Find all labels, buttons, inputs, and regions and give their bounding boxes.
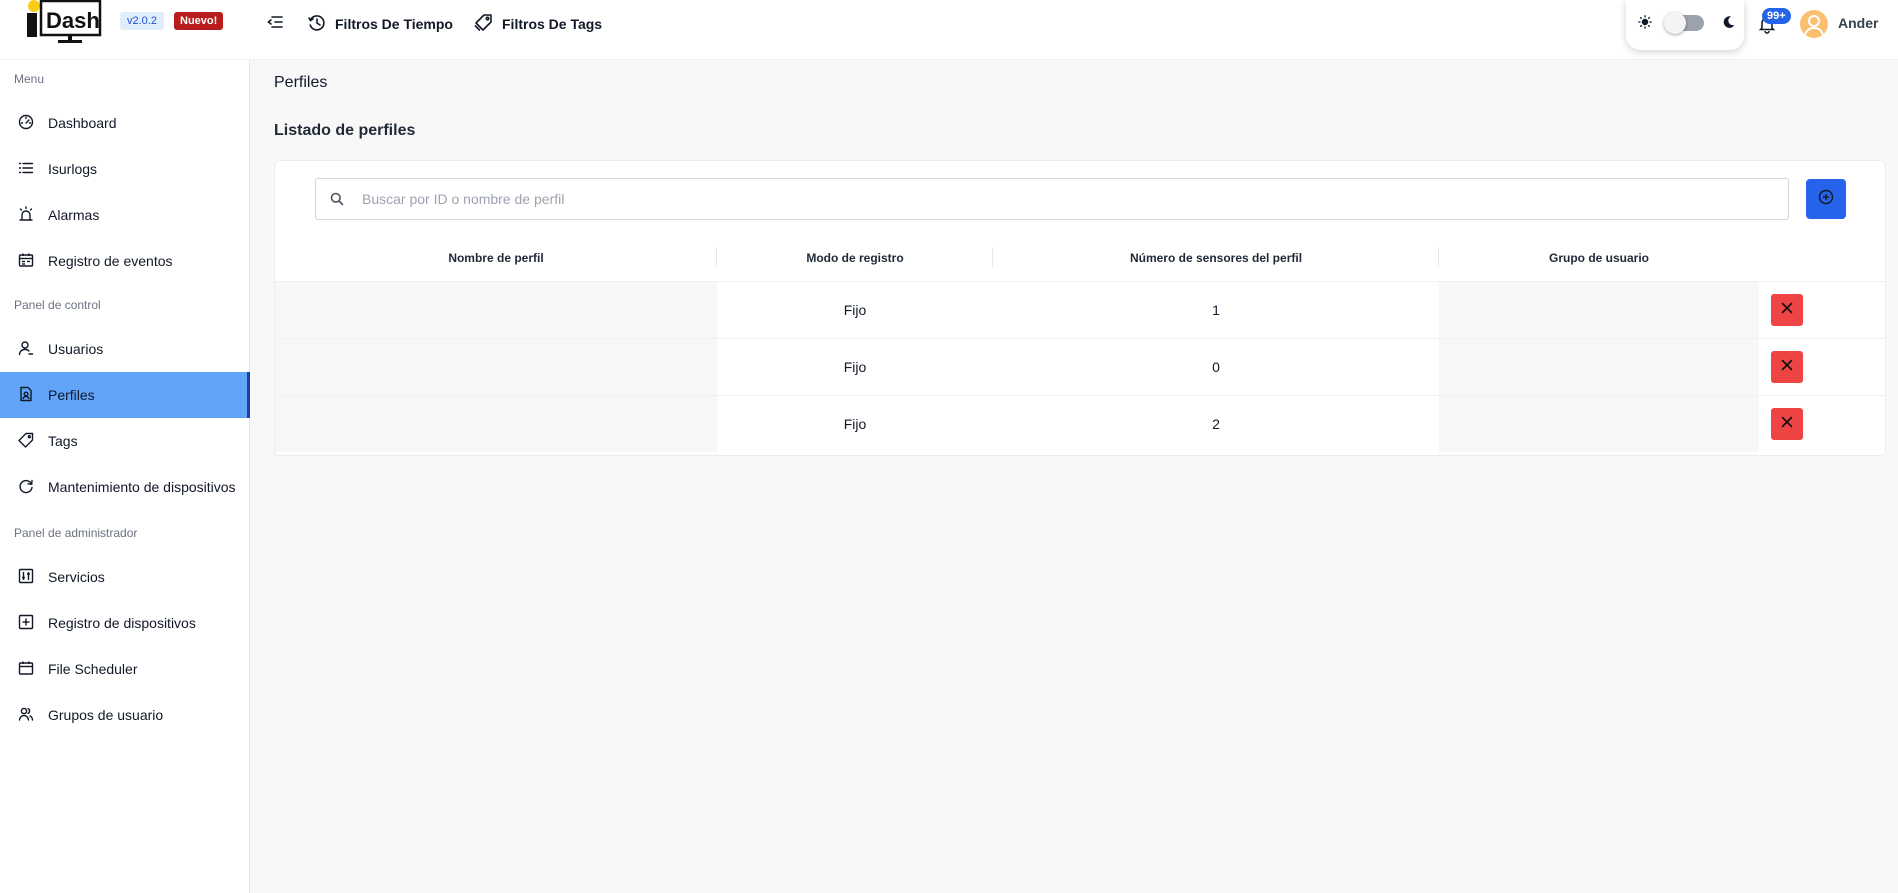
sidebar-item-label: Isurlogs [48, 161, 98, 177]
cell-grupo [1439, 282, 1759, 338]
tag-icon [474, 13, 494, 36]
cell-sensores: 1 [1212, 302, 1220, 318]
top-header: Dash v2.0.2 Nuevo! Filtros De Tiempo Fil… [0, 0, 1898, 60]
calendar-events-icon [18, 252, 34, 271]
alarm-siren-icon [18, 205, 34, 225]
app-logo[interactable]: Dash [26, 0, 104, 44]
calendar-icon [18, 660, 34, 679]
sidebar: Menu Dashboard Isurlogs Alarmas Registro… [0, 60, 250, 893]
add-circle-icon [1818, 189, 1834, 210]
sidebar-item-tags[interactable]: Tags [0, 418, 250, 464]
time-filters-button[interactable]: Filtros De Tiempo [307, 13, 453, 35]
close-icon [1781, 358, 1793, 376]
sidebar-item-label: Mantenimiento de dispositivos [48, 479, 236, 495]
sun-icon [1638, 15, 1652, 34]
column-header-grupo[interactable]: Grupo de usuario [1439, 235, 1759, 281]
history-icon [307, 13, 327, 36]
tag-icon [18, 432, 34, 451]
column-header-sensores[interactable]: Número de sensores del perfil [993, 235, 1439, 281]
user-group-icon [18, 706, 34, 725]
refresh-icon [18, 478, 34, 497]
logo-text: Dash [46, 8, 100, 33]
sidebar-item-grupos-usuario[interactable]: Grupos de usuario [0, 692, 250, 738]
notification-count-badge: 99+ [1762, 8, 1791, 24]
theme-toggle-knob [1664, 12, 1686, 34]
user-name[interactable]: Ander [1838, 15, 1878, 31]
tag-filters-label: Filtros De Tags [502, 16, 603, 32]
list-icon [18, 160, 34, 179]
sidebar-item-label: File Scheduler [48, 661, 138, 677]
version-badge: v2.0.2 [120, 12, 164, 30]
cell-modo: Fijo [843, 416, 867, 432]
search-input[interactable] [362, 179, 1762, 219]
sidebar-item-dashboard[interactable]: Dashboard [0, 100, 250, 146]
new-badge[interactable]: Nuevo! [174, 12, 224, 30]
sidebar-item-registro-eventos[interactable]: Registro de eventos [0, 238, 250, 284]
sidebar-item-label: Dashboard [48, 115, 117, 131]
search-icon [330, 192, 344, 211]
sidebar-item-alarmas[interactable]: Alarmas [0, 192, 250, 238]
table-row[interactable]: Fijo 1 [275, 281, 1885, 338]
column-header-modo[interactable]: Modo de registro [717, 235, 993, 281]
sidebar-item-registro-dispositivos[interactable]: Registro de dispositivos [0, 600, 250, 646]
cell-sensores: 2 [1212, 416, 1220, 432]
cell-modo: Fijo [843, 302, 867, 318]
menu-toggle-icon[interactable] [266, 13, 286, 33]
sidebar-item-label: Registro de eventos [48, 253, 173, 269]
sidebar-item-label: Registro de dispositivos [48, 615, 196, 631]
profile-document-icon [18, 386, 34, 405]
table-row[interactable]: Fijo 2 [275, 395, 1885, 452]
time-filters-label: Filtros De Tiempo [335, 16, 453, 32]
sidebar-item-usuarios[interactable]: Usuarios [0, 326, 250, 372]
sidebar-item-label: Servicios [48, 569, 105, 585]
cell-grupo [1439, 396, 1759, 452]
moon-icon [1722, 15, 1736, 34]
theme-switcher [1626, 0, 1744, 50]
plus-square-icon [18, 614, 34, 633]
profiles-card: Nombre de perfil Modo de registro Número… [274, 160, 1886, 456]
section-subtitle: Listado de perfiles [274, 122, 416, 139]
search-box [315, 178, 1789, 220]
sidebar-item-label: Usuarios [48, 341, 104, 357]
sidebar-item-perfiles[interactable]: Perfiles [0, 372, 250, 418]
sidebar-item-label: Tags [48, 433, 78, 449]
theme-toggle[interactable] [1664, 12, 1704, 34]
sidebar-item-mantenimiento[interactable]: Mantenimiento de dispositivos [0, 464, 250, 510]
sidebar-item-isurlogs[interactable]: Isurlogs [0, 146, 250, 192]
user-icon [18, 340, 34, 359]
dashboard-gauge-icon [18, 114, 34, 133]
delete-button[interactable] [1771, 294, 1803, 326]
sidebar-item-label: Grupos de usuario [48, 707, 164, 723]
page-title: Perfiles [274, 74, 328, 91]
cell-nombre [275, 339, 717, 395]
table-row[interactable]: Fijo 0 [275, 338, 1885, 395]
close-icon [1781, 415, 1793, 433]
cell-nombre [275, 396, 717, 452]
cell-nombre [275, 282, 717, 338]
avatar[interactable] [1800, 10, 1828, 38]
sidebar-item-servicios[interactable]: Servicios [0, 554, 250, 600]
cell-sensores: 0 [1212, 359, 1220, 375]
delete-button[interactable] [1771, 351, 1803, 383]
sidebar-item-file-scheduler[interactable]: File Scheduler [0, 646, 250, 692]
delete-button[interactable] [1771, 408, 1803, 440]
column-header-nombre[interactable]: Nombre de perfil [275, 235, 717, 281]
sidebar-item-label: Alarmas [48, 207, 100, 223]
add-profile-button[interactable] [1806, 179, 1846, 219]
tag-filters-button[interactable]: Filtros De Tags [474, 13, 602, 35]
sidebar-section-control: Panel de control [14, 298, 101, 312]
cell-grupo [1439, 339, 1759, 395]
sliders-icon [18, 568, 34, 587]
sidebar-section-menu: Menu [14, 72, 45, 86]
cell-modo: Fijo [843, 359, 867, 375]
sidebar-section-admin: Panel de administrador [14, 526, 138, 540]
sidebar-item-label: Perfiles [48, 387, 95, 403]
close-icon [1781, 301, 1793, 319]
